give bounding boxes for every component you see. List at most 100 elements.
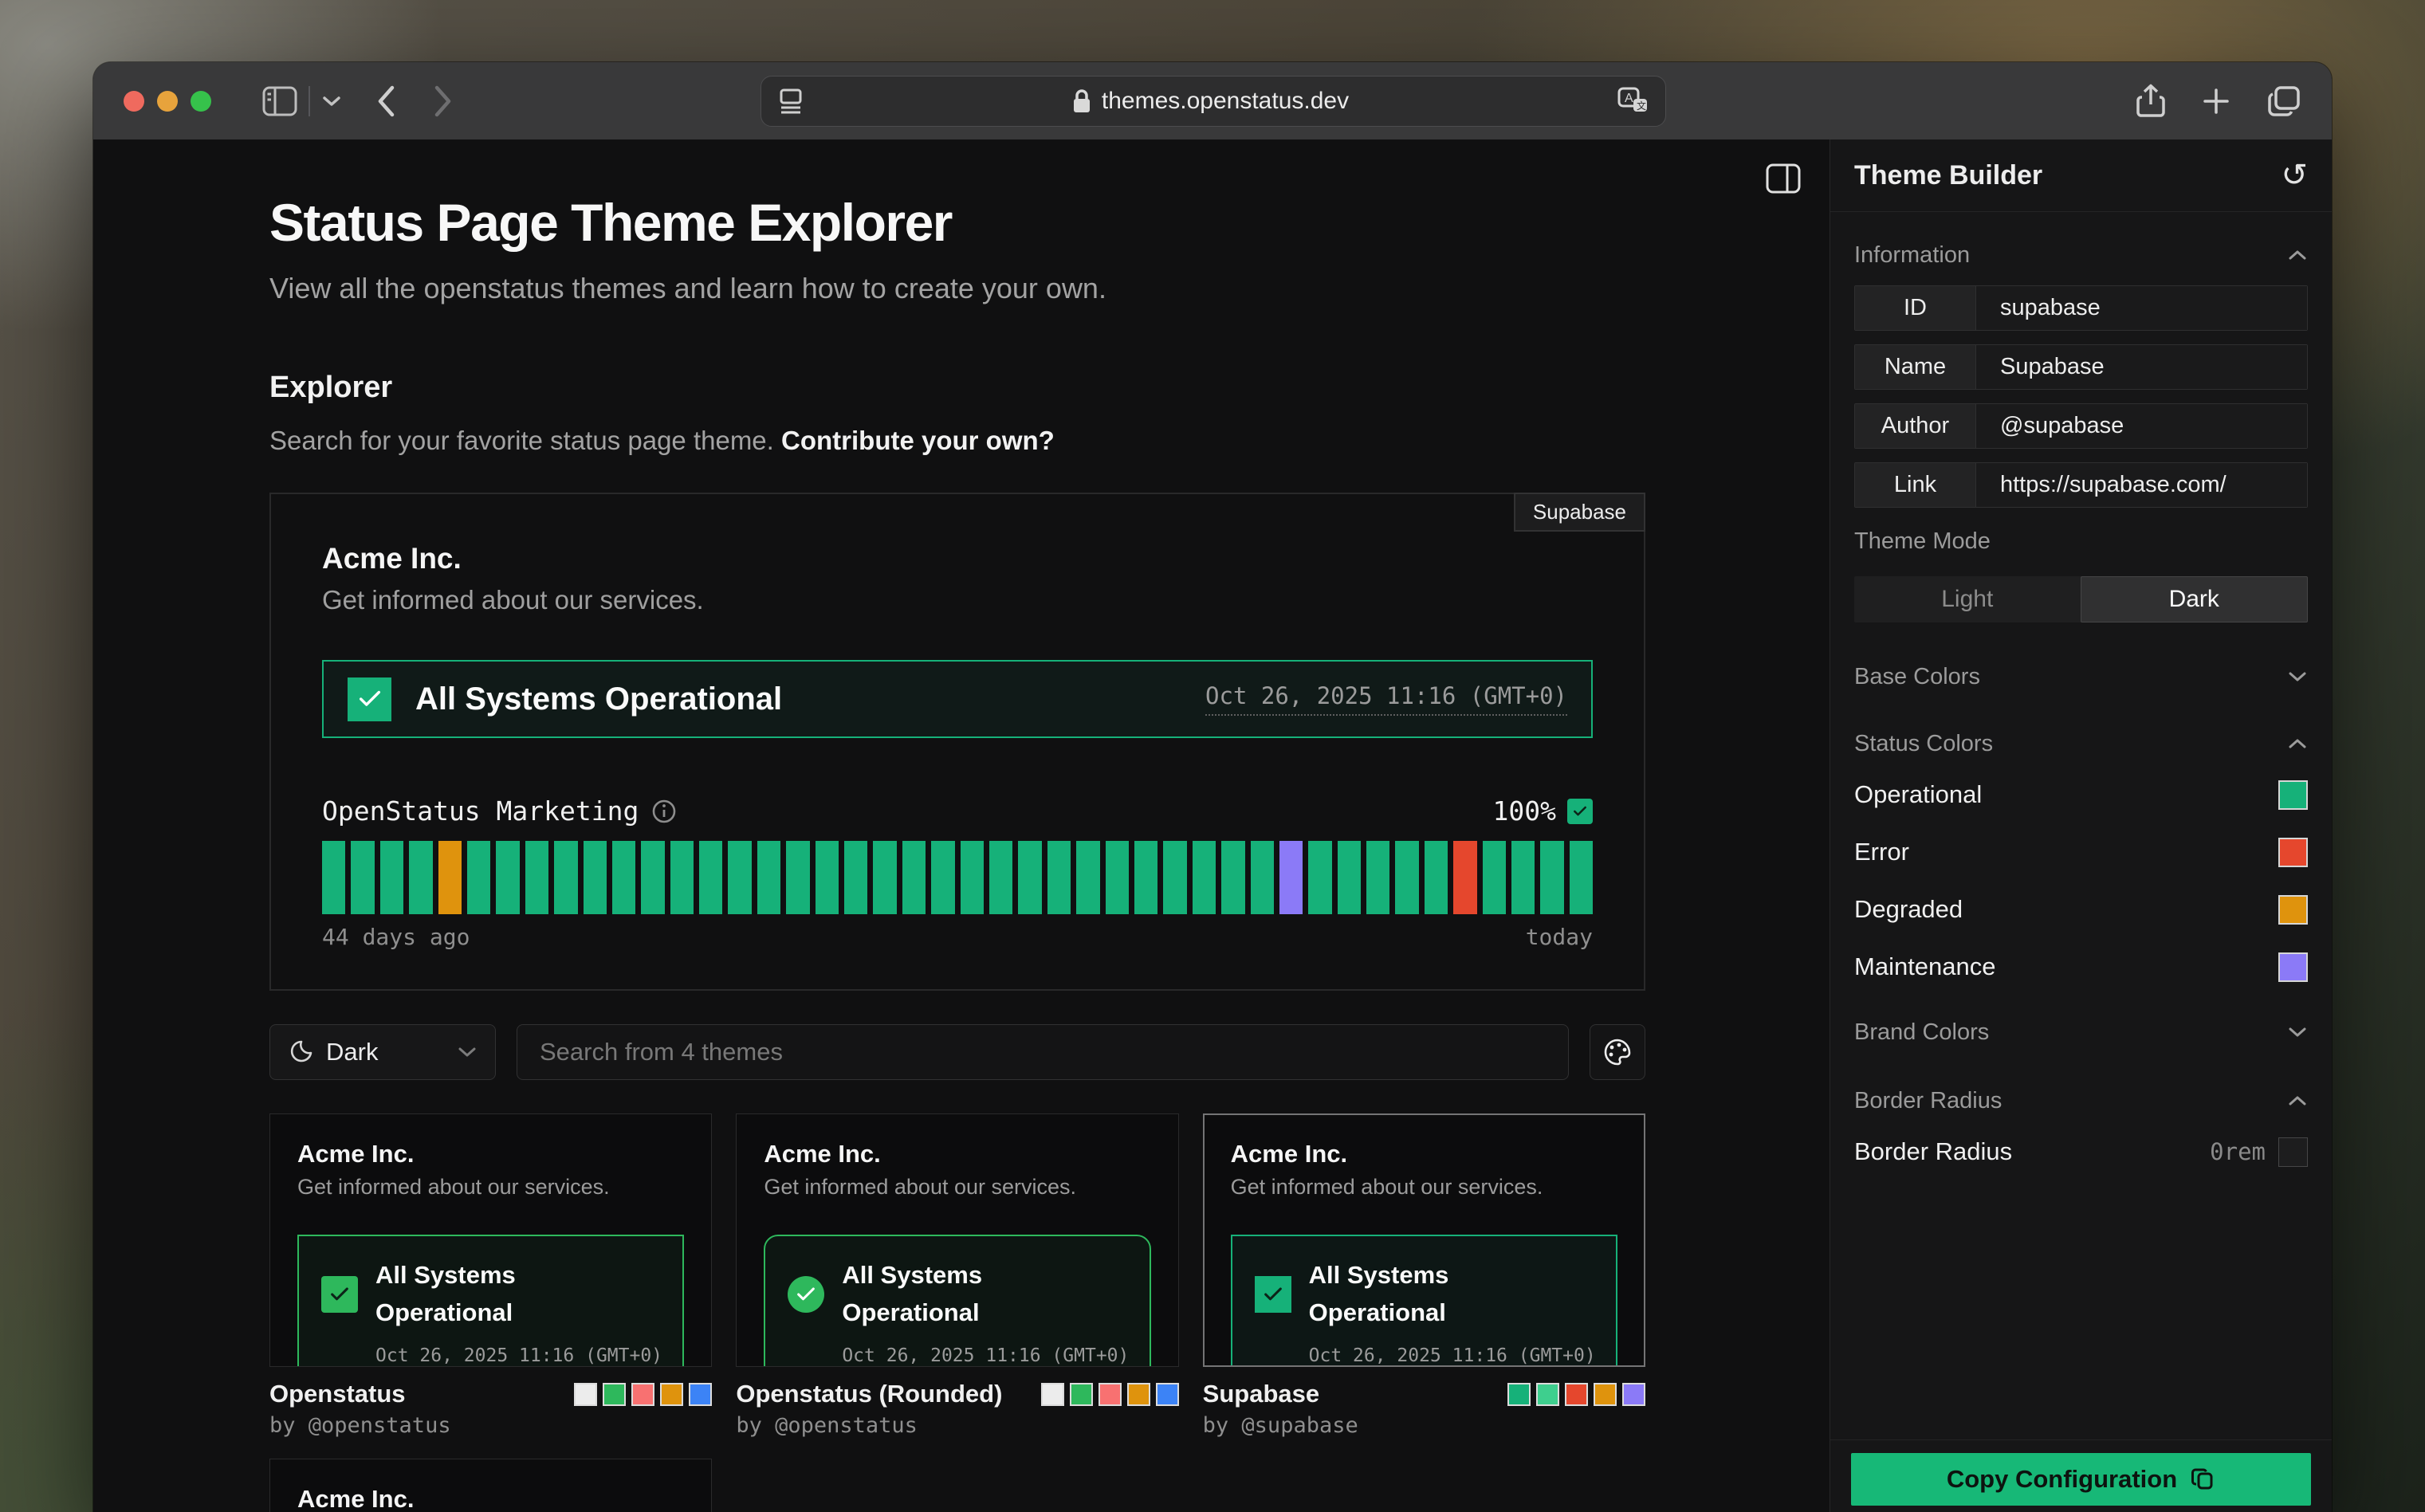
uptime-bar-operational[interactable] (1193, 841, 1216, 914)
uptime-check-icon[interactable] (1567, 799, 1593, 824)
section-border-radius[interactable]: Border Radius (1854, 1083, 2308, 1118)
chevron-up-icon (2287, 737, 2308, 750)
theme-card-openstatus-rounded[interactable]: Acme Inc. Get informed about our service… (736, 1113, 1178, 1367)
uptime-bar-operational[interactable] (816, 841, 839, 914)
theme-card-partial[interactable]: Acme Inc. Get informed about our service… (269, 1459, 712, 1512)
uptime-bar-degraded[interactable] (438, 841, 462, 914)
uptime-bar-operational[interactable] (467, 841, 490, 914)
mini-status-line2: Operational (375, 1298, 513, 1326)
uptime-bar-operational[interactable] (641, 841, 664, 914)
uptime-bar-operational[interactable] (989, 841, 1012, 914)
theme-swatches (1507, 1383, 1645, 1406)
theme-card-supabase[interactable]: Acme Inc. Get informed about our service… (1203, 1113, 1645, 1367)
uptime-bar-operational[interactable] (351, 841, 374, 914)
uptime-bar-operational[interactable] (612, 841, 635, 914)
color-picker-chip[interactable] (2278, 952, 2308, 982)
palette-button[interactable] (1590, 1024, 1645, 1080)
range-end-label: today (1526, 924, 1593, 950)
uptime-bar-error[interactable] (1453, 841, 1476, 914)
info-field-value[interactable]: Supabase (1976, 345, 2307, 389)
theme-card-openstatus[interactable]: Acme Inc. Get informed about our service… (269, 1113, 712, 1367)
uptime-bar-operational[interactable] (1570, 841, 1593, 914)
uptime-bar-operational[interactable] (1511, 841, 1535, 914)
chevron-down-icon[interactable] (321, 95, 342, 108)
uptime-bar-operational[interactable] (1134, 841, 1157, 914)
reader-view-icon[interactable] (777, 85, 804, 117)
uptime-bar-operational[interactable] (1047, 841, 1071, 914)
uptime-bar-operational[interactable] (961, 841, 984, 914)
uptime-bar-operational[interactable] (1018, 841, 1041, 914)
zoom-window-button[interactable] (191, 91, 211, 112)
theme-name: Openstatus (269, 1380, 451, 1408)
uptime-bar-operational[interactable] (1483, 841, 1506, 914)
info-field-value[interactable]: supabase (1976, 286, 2307, 330)
contribute-link[interactable]: Contribute your own? (781, 426, 1055, 455)
section-brand-colors[interactable]: Brand Colors (1854, 1015, 2308, 1050)
forward-icon[interactable] (433, 84, 454, 118)
uptime-bar-operational[interactable] (931, 841, 954, 914)
uptime-bar-maintenance[interactable] (1279, 841, 1303, 914)
theme-mode-light[interactable]: Light (1854, 576, 2081, 622)
uptime-bar-operational[interactable] (786, 841, 809, 914)
uptime-bar-operational[interactable] (1540, 841, 1563, 914)
uptime-bar-operational[interactable] (699, 841, 722, 914)
uptime-bar-operational[interactable] (728, 841, 751, 914)
tab-overview-icon[interactable] (2266, 84, 2301, 118)
section-status-colors[interactable]: Status Colors (1854, 726, 2308, 761)
uptime-bar-operational[interactable] (1395, 841, 1418, 914)
uptime-bar-operational[interactable] (380, 841, 403, 914)
uptime-bar-operational[interactable] (1366, 841, 1389, 914)
status-color-row-degraded: Degraded (1854, 881, 2308, 938)
border-radius-value: 0rem (2210, 1138, 2266, 1165)
uptime-bar-operational[interactable] (1338, 841, 1361, 914)
mini-status-line1: All Systems (842, 1261, 982, 1289)
new-tab-icon[interactable] (2201, 86, 2231, 116)
color-swatch (603, 1383, 626, 1406)
section-information[interactable]: Information (1854, 238, 2308, 273)
uptime-bar-operational[interactable] (902, 841, 926, 914)
close-window-button[interactable] (124, 91, 144, 112)
copy-configuration-button[interactable]: Copy Configuration (1851, 1453, 2311, 1506)
uptime-bar-operational[interactable] (670, 841, 694, 914)
border-radius-chip[interactable] (2278, 1137, 2308, 1167)
minimize-window-button[interactable] (157, 91, 178, 112)
uptime-bar-operational[interactable] (757, 841, 780, 914)
sidebar-toggle-icon[interactable] (262, 86, 297, 116)
section-base-colors[interactable]: Base Colors (1854, 659, 2308, 694)
color-picker-chip[interactable] (2278, 838, 2308, 867)
theme-mode-dark[interactable]: Dark (2081, 576, 2309, 622)
explorer-description: Search for your favorite status page the… (269, 426, 774, 455)
uptime-bar-operational[interactable] (1308, 841, 1331, 914)
info-field-value[interactable]: https://supabase.com/ (1976, 463, 2307, 507)
translate-icon[interactable]: A文 (1616, 86, 1649, 116)
uptime-bar-operational[interactable] (322, 841, 345, 914)
info-icon[interactable] (651, 799, 677, 824)
uptime-bar-operational[interactable] (525, 841, 548, 914)
color-swatch (631, 1383, 654, 1406)
reset-icon[interactable]: ↺ (2281, 159, 2308, 191)
color-swatch (1594, 1383, 1617, 1406)
uptime-bar-operational[interactable] (584, 841, 607, 914)
back-icon[interactable] (375, 84, 396, 118)
info-field-value[interactable]: @supabase (1976, 404, 2307, 448)
address-bar[interactable]: themes.openstatus.dev A文 (761, 76, 1666, 127)
uptime-bar-operational[interactable] (496, 841, 519, 914)
status-timestamp[interactable]: Oct 26, 2025 11:16 (GMT+0) (1205, 682, 1567, 716)
share-icon[interactable] (2136, 84, 2166, 119)
uptime-bar-operational[interactable] (1221, 841, 1244, 914)
page-subtitle: View all the openstatus themes and learn… (269, 272, 1645, 305)
theme-mode-dropdown[interactable]: Dark (269, 1024, 496, 1080)
uptime-bar-operational[interactable] (1425, 841, 1448, 914)
uptime-bar-operational[interactable] (1076, 841, 1099, 914)
uptime-bar-operational[interactable] (844, 841, 867, 914)
uptime-bar-operational[interactable] (1251, 841, 1274, 914)
color-picker-chip[interactable] (2278, 895, 2308, 925)
uptime-bar-operational[interactable] (554, 841, 577, 914)
uptime-bar-operational[interactable] (1163, 841, 1186, 914)
panel-toggle-icon[interactable] (1766, 163, 1801, 194)
uptime-bar-operational[interactable] (1106, 841, 1129, 914)
uptime-bar-operational[interactable] (873, 841, 896, 914)
color-picker-chip[interactable] (2278, 780, 2308, 810)
search-input[interactable] (517, 1024, 1569, 1080)
uptime-bar-operational[interactable] (409, 841, 432, 914)
